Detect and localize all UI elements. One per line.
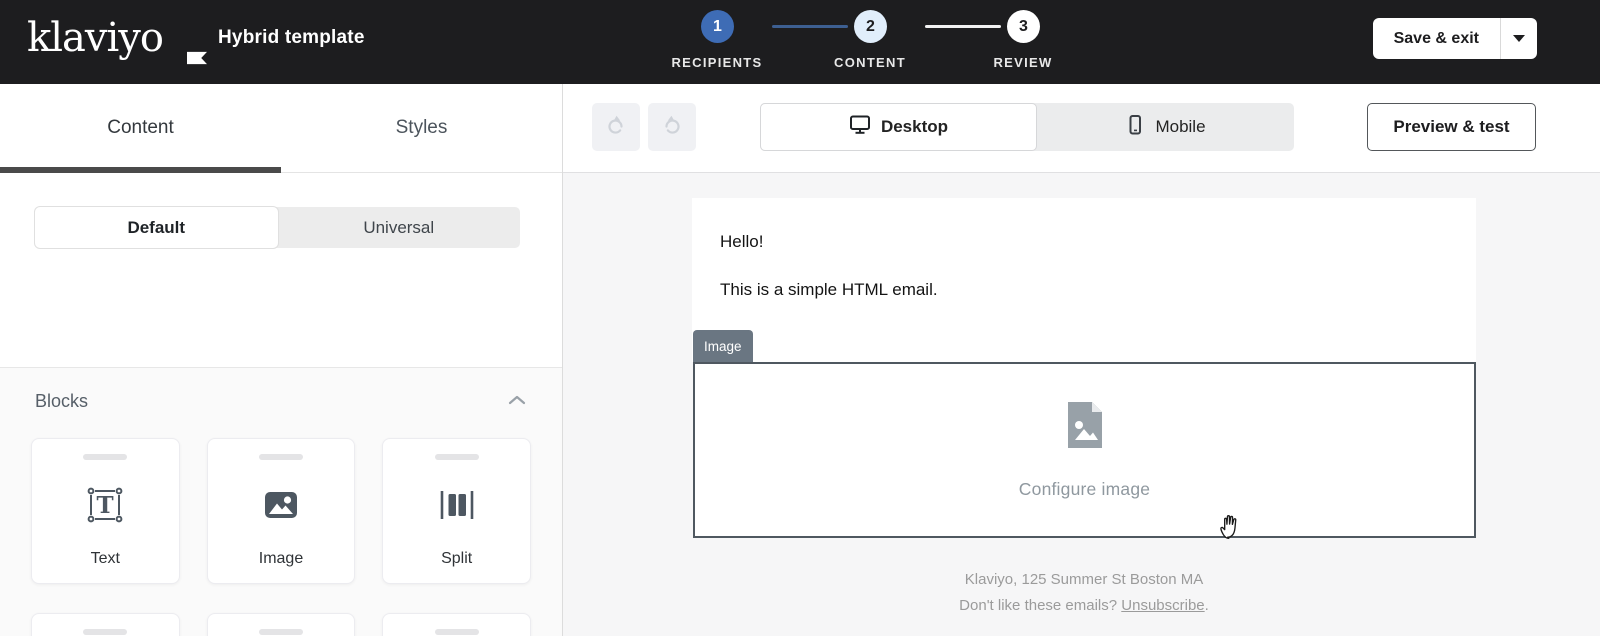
step-3-label: REVIEW bbox=[993, 55, 1053, 70]
email-paragraph: Hello! bbox=[720, 232, 764, 251]
undo-icon bbox=[604, 113, 628, 142]
top-header-bar: klaviyo Hybrid template 1 2 3 RECIPIENTS… bbox=[0, 0, 1600, 84]
footer-suffix-text: . bbox=[1204, 597, 1209, 614]
klaviyo-logo: klaviyo bbox=[27, 15, 207, 65]
image-block-placeholder[interactable]: Configure image bbox=[693, 362, 1476, 538]
chevron-down-icon bbox=[1513, 35, 1525, 42]
block-tile-label: Image bbox=[258, 550, 304, 567]
step-connector-2 bbox=[925, 25, 1001, 28]
chevron-up-icon[interactable] bbox=[508, 393, 526, 411]
block-tile-drop-shadow[interactable] bbox=[382, 613, 531, 636]
mobile-icon bbox=[1125, 114, 1145, 141]
step-3-review[interactable]: 3 bbox=[1007, 10, 1040, 43]
save-and-exit-split-button: Save & exit bbox=[1372, 18, 1537, 59]
save-and-exit-button[interactable]: Save & exit bbox=[1373, 18, 1500, 59]
canvas-toolbar: Desktop Mobile Preview & test bbox=[563, 84, 1600, 173]
block-tile-image[interactable]: Image bbox=[206, 438, 356, 584]
step-3-number: 3 bbox=[1019, 17, 1028, 35]
blocks-grid: T Text Image Split bbox=[0, 438, 562, 636]
mobile-toggle-label: Mobile bbox=[1155, 117, 1206, 136]
mode-universal-segment[interactable]: Universal bbox=[278, 207, 521, 248]
footer-unsubscribe-line: Don't like these emails? Unsubscribe. bbox=[692, 593, 1476, 619]
image-file-icon bbox=[1064, 400, 1106, 455]
configure-image-label: Configure image bbox=[1018, 479, 1151, 499]
redo-button[interactable] bbox=[648, 103, 696, 151]
preview-and-test-button[interactable]: Preview & test bbox=[1367, 103, 1536, 151]
block-tile-label: Text bbox=[90, 550, 120, 567]
tab-styles[interactable]: Styles bbox=[281, 84, 562, 172]
template-title: Hybrid template bbox=[218, 27, 365, 48]
editor-sidebar: Content Styles Default Universal Blocks bbox=[0, 84, 563, 636]
sidebar-tabs: Content Styles bbox=[0, 84, 562, 173]
block-tile-text[interactable]: T Text bbox=[31, 438, 180, 584]
step-1-label: RECIPIENTS bbox=[671, 55, 763, 70]
image-block-tag: Image bbox=[693, 330, 753, 362]
blocks-section-header[interactable]: Blocks bbox=[0, 368, 562, 412]
split-block-icon bbox=[435, 460, 479, 550]
mode-default-segment[interactable]: Default bbox=[35, 207, 278, 248]
block-tile-split[interactable]: Split bbox=[382, 438, 531, 584]
tab-content[interactable]: Content bbox=[0, 84, 281, 173]
step-2-number: 2 bbox=[866, 17, 875, 35]
block-tile-label: Split bbox=[441, 550, 473, 567]
step-1-number: 1 bbox=[713, 17, 722, 35]
step-1-recipients[interactable]: 1 bbox=[701, 10, 734, 43]
undo-button[interactable] bbox=[592, 103, 640, 151]
desktop-toggle-label: Desktop bbox=[880, 117, 949, 136]
mobile-toggle-button[interactable]: Mobile bbox=[1037, 103, 1294, 151]
block-mode-toggle: Default Universal bbox=[35, 207, 520, 248]
blocks-section-title: Blocks bbox=[35, 391, 89, 411]
device-preview-toggle: Desktop Mobile bbox=[760, 103, 1294, 151]
image-block-icon bbox=[259, 460, 303, 550]
klaviyo-flag-icon bbox=[187, 30, 207, 74]
klaviyo-logo-text: klaviyo bbox=[27, 15, 164, 61]
text-block-icon: T bbox=[83, 460, 127, 550]
email-footer-block: Klaviyo, 125 Summer St Boston MA Don't l… bbox=[692, 567, 1476, 619]
email-preview-canvas: Hello! This is a simple HTML email. Imag… bbox=[563, 173, 1600, 636]
hand-grab-cursor-icon bbox=[1218, 511, 1245, 545]
blocks-panel: Blocks T Text Image Split bbox=[0, 367, 562, 636]
step-2-content[interactable]: 2 bbox=[854, 10, 887, 43]
footer-question-text: Don't like these emails? bbox=[959, 597, 1122, 614]
email-text-block[interactable]: Hello! This is a simple HTML email. bbox=[692, 198, 1476, 362]
step-connector-1 bbox=[772, 25, 848, 28]
svg-text:T: T bbox=[97, 492, 114, 519]
block-tile-spacer[interactable] bbox=[206, 613, 356, 636]
desktop-icon bbox=[849, 114, 871, 140]
block-tile-button[interactable] bbox=[31, 613, 180, 636]
redo-icon bbox=[660, 113, 684, 142]
klaviyo-template-editor: klaviyo Hybrid template 1 2 3 RECIPIENTS… bbox=[0, 0, 1600, 636]
save-options-dropdown-button[interactable] bbox=[1501, 18, 1537, 59]
email-paragraph: This is a simple HTML email. bbox=[720, 280, 938, 299]
step-2-label: CONTENT bbox=[834, 55, 906, 70]
desktop-toggle-button[interactable]: Desktop bbox=[760, 103, 1037, 151]
footer-address-line: Klaviyo, 125 Summer St Boston MA bbox=[964, 571, 1204, 588]
unsubscribe-link[interactable]: Unsubscribe bbox=[1121, 597, 1204, 614]
